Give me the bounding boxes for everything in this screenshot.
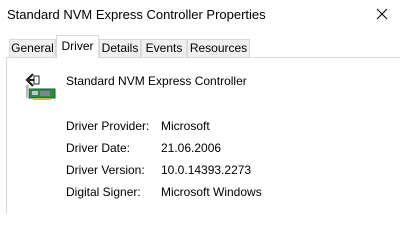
tab-events[interactable]: Events	[141, 39, 187, 57]
driver-provider-value: Microsoft	[161, 119, 210, 133]
tab-driver[interactable]: Driver	[56, 35, 99, 58]
digital-signer-label: Digital Signer:	[66, 185, 141, 199]
properties-window: Standard NVM Express Controller Properti…	[0, 0, 400, 213]
tab-resources[interactable]: Resources	[187, 39, 250, 57]
tab-details[interactable]: Details	[99, 39, 141, 57]
driver-version-label: Driver Version:	[66, 163, 145, 177]
driver-date-label: Driver Date:	[66, 141, 131, 155]
digital-signer-value: Microsoft Windows	[161, 185, 262, 199]
tab-general[interactable]: General	[9, 39, 56, 57]
driver-tab-panel: Standard NVM Express Controller Driver P…	[6, 58, 400, 213]
driver-date-value: 21.06.2006	[161, 141, 222, 155]
controller-card-icon	[23, 71, 57, 101]
tab-strip: General Driver Details Events Resources	[0, 35, 400, 59]
close-icon	[376, 8, 388, 20]
device-name: Standard NVM Express Controller	[66, 74, 247, 88]
close-button[interactable]	[364, 0, 400, 30]
window-title: Standard NVM Express Controller Properti…	[7, 7, 266, 22]
driver-version-value: 10.0.14393.2273	[161, 163, 252, 177]
driver-provider-label: Driver Provider:	[66, 119, 150, 133]
title-bar[interactable]: Standard NVM Express Controller Properti…	[0, 0, 400, 30]
